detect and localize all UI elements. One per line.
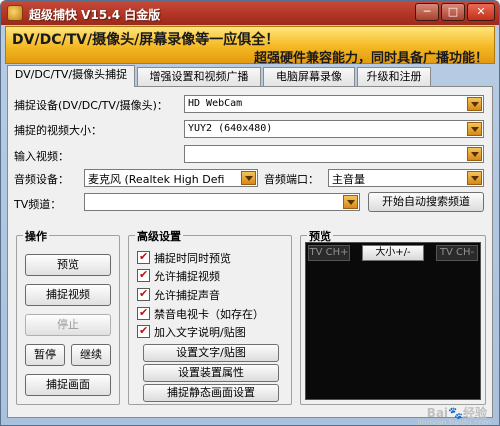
app-window: 超级捕快 V15.4 白金版 ─ □ ✕ DV/DC/TV/摄像头/屏幕录像等一…	[0, 0, 500, 426]
capture-device-label: 捕捉设备(DV/DC/TV/摄像头)：	[14, 99, 168, 112]
preview-button[interactable]: 预览	[25, 254, 111, 276]
chevron-down-icon[interactable]	[241, 171, 256, 185]
pause-button[interactable]: 暂停	[25, 344, 65, 366]
operations-group: 操作 预览 捕捉视频 停止 暂停 继续 捕捉画面	[16, 228, 120, 405]
option-preview-while-capture[interactable]: 捕捉时同时预览	[137, 250, 287, 266]
tab-enhanced-broadcast[interactable]: 增强设置和视频广播	[137, 67, 261, 87]
tv-channel-up-button[interactable]: TV CH+	[308, 245, 350, 261]
option-label: 禁音电视卡（如存在）	[154, 308, 264, 321]
tv-channel-label: TV频道：	[14, 198, 62, 211]
promo-banner: DV/DC/TV/摄像头/屏幕录像等一应俱全！ 超强硬件兼容能力，同时具备广播功…	[5, 26, 495, 66]
capture-device-value: HD WebCam	[188, 98, 243, 109]
tab-upgrade-register[interactable]: 升级和注册	[357, 67, 431, 87]
minimize-button[interactable]: ─	[415, 3, 439, 21]
input-video-label: 输入视频：	[14, 150, 69, 163]
option-label: 允许捕捉声音	[154, 289, 220, 302]
option-label: 加入文字说明/贴图	[154, 326, 246, 339]
option-allow-audio[interactable]: 允许捕捉声音	[137, 287, 287, 303]
audio-port-select[interactable]: 主音量	[328, 169, 484, 187]
banner-subline: 超强硬件兼容能力，同时具备广播功能！	[253, 51, 488, 66]
advanced-settings-title: 高级设置	[135, 228, 183, 244]
set-text-overlay-button[interactable]: 设置文字/贴图	[143, 344, 279, 362]
video-size-select[interactable]: YUY2 (640x480)	[184, 120, 484, 138]
option-mute-tv-card[interactable]: 禁音电视卡（如存在）	[137, 306, 287, 322]
capture-device-select[interactable]: HD WebCam	[184, 95, 484, 113]
checkbox[interactable]	[137, 250, 150, 264]
baidu-watermark-url: jingyan.baidu.com	[417, 418, 491, 426]
capture-panel: 捕捉设备(DV/DC/TV/摄像头)： HD WebCam 捕捉的视频大小： Y…	[7, 86, 493, 418]
tv-channel-down-button[interactable]: TV CH-	[436, 245, 478, 261]
capture-video-button[interactable]: 捕捉视频	[25, 284, 111, 306]
chevron-down-icon[interactable]	[467, 97, 482, 111]
video-size-value: YUY2 (640x480)	[188, 123, 273, 134]
input-video-select[interactable]	[184, 145, 484, 163]
banner-headline: DV/DC/TV/摄像头/屏幕录像等一应俱全！	[12, 32, 280, 48]
audio-port-value: 主音量	[332, 173, 365, 186]
resume-button[interactable]: 继续	[71, 344, 111, 366]
tab-capture[interactable]: DV/DC/TV/摄像头捕捉	[7, 65, 135, 87]
close-button[interactable]: ✕	[467, 3, 495, 21]
option-label: 捕捉时同时预览	[154, 252, 231, 265]
stop-button[interactable]: 停止	[25, 314, 111, 336]
tab-screen-record[interactable]: 电脑屏幕录像	[263, 67, 355, 87]
tv-channel-select[interactable]	[84, 193, 360, 211]
chevron-down-icon[interactable]	[467, 122, 482, 136]
device-properties-button[interactable]: 设置装置属性	[143, 364, 279, 382]
preview-size-button[interactable]: 大小+/-	[362, 245, 424, 261]
option-label: 允许捕捉视频	[154, 270, 220, 283]
checkbox[interactable]	[137, 306, 150, 320]
checkbox[interactable]	[137, 268, 150, 282]
operations-title: 操作	[23, 228, 49, 244]
option-allow-video[interactable]: 允许捕捉视频	[137, 268, 287, 284]
audio-device-label: 音频设备：	[14, 173, 69, 186]
chevron-down-icon[interactable]	[467, 171, 482, 185]
preview-video-area[interactable]: TV CH+ 大小+/- TV CH-	[305, 242, 481, 400]
preview-group: 预览 TV CH+ 大小+/- TV CH-	[300, 228, 486, 405]
chevron-down-icon[interactable]	[343, 195, 358, 209]
checkbox[interactable]	[137, 287, 150, 301]
audio-device-value: 麦克风 (Realtek High Defi	[88, 173, 225, 186]
capture-frame-button[interactable]: 捕捉画面	[25, 374, 111, 396]
maximize-button[interactable]: □	[441, 3, 465, 21]
app-logo-icon	[7, 5, 23, 21]
audio-device-select[interactable]: 麦克风 (Realtek High Defi	[84, 169, 258, 187]
still-capture-settings-button[interactable]: 捕捉静态画面设置	[143, 384, 279, 402]
advanced-settings-group: 高级设置 捕捉时同时预览 允许捕捉视频 允许捕捉声音 禁音电视卡（如存在） 加入…	[128, 228, 292, 405]
option-add-text-overlay[interactable]: 加入文字说明/贴图	[137, 324, 287, 340]
window-title: 超级捕快 V15.4 白金版	[29, 8, 161, 22]
title-bar[interactable]: 超级捕快 V15.4 白金版 ─ □ ✕	[1, 1, 499, 25]
audio-port-label: 音频端口：	[264, 173, 319, 186]
auto-search-channels-button[interactable]: 开始自动搜索频道	[368, 192, 484, 212]
video-size-label: 捕捉的视频大小：	[14, 124, 102, 137]
checkbox[interactable]	[137, 324, 150, 338]
chevron-down-icon[interactable]	[467, 147, 482, 161]
